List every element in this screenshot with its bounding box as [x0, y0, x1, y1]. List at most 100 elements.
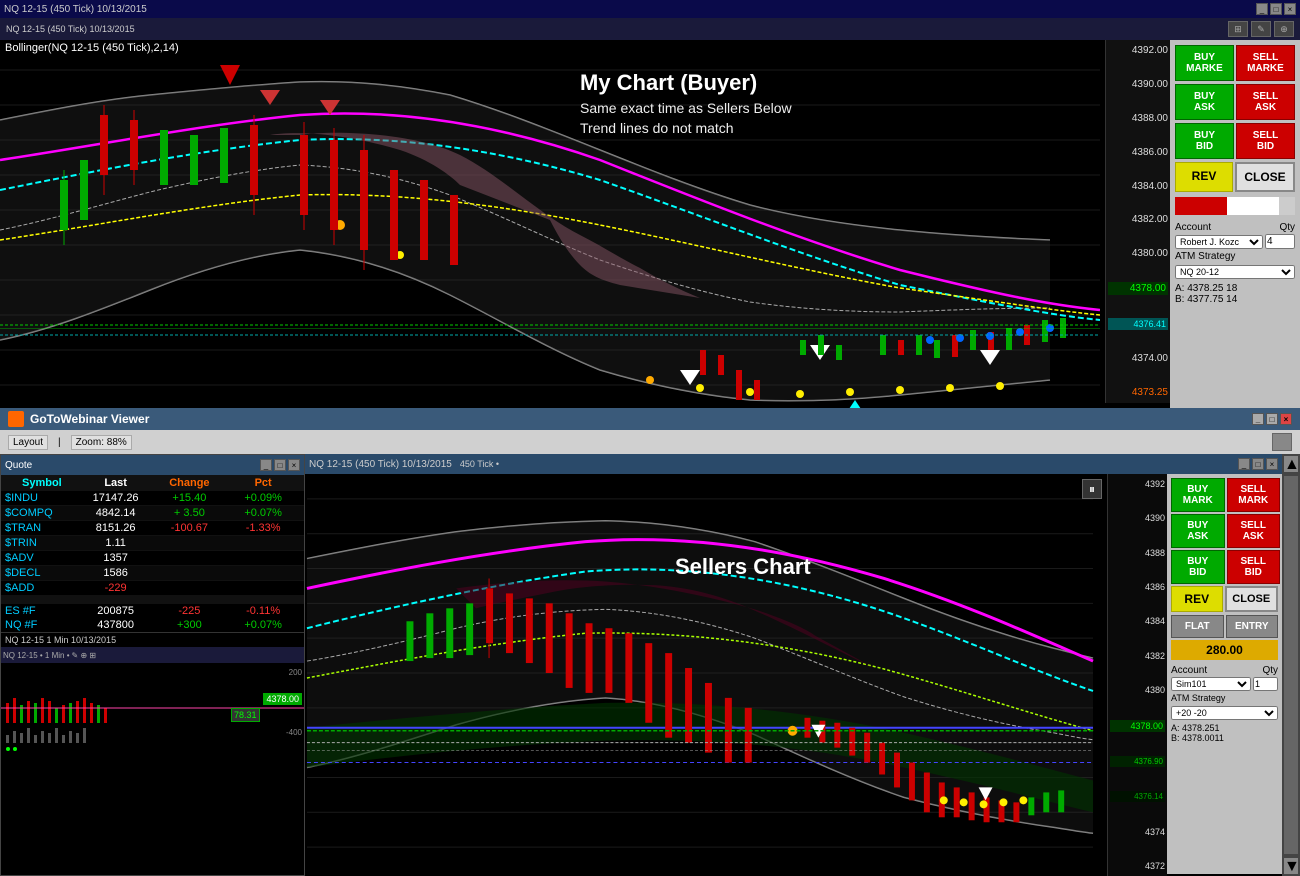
s-price-4386: 4386: [1110, 582, 1165, 592]
s-rev-btn[interactable]: REV: [1171, 586, 1223, 612]
price-4388: 4388.00: [1108, 113, 1168, 124]
seller-vertical-scrollbar[interactable]: ▲ ▼: [1282, 454, 1300, 876]
seller-close[interactable]: ×: [1266, 458, 1278, 470]
scroll-up-btn[interactable]: ▲: [1284, 456, 1298, 472]
s-price-4380: 4380: [1110, 685, 1165, 695]
s-flat-btn[interactable]: FLAT: [1171, 615, 1224, 638]
s-account-label: Account: [1171, 665, 1207, 676]
seller-right-panel: BUY MARK SELL MARK BUY ASK SELL ASK BUY …: [1167, 474, 1282, 874]
goto-close[interactable]: ×: [1280, 413, 1292, 425]
s-sell-market-btn[interactable]: SELL MARK: [1227, 478, 1281, 512]
goto-minimize[interactable]: _: [1252, 413, 1264, 425]
s-buy-ask-btn[interactable]: BUY ASK: [1171, 514, 1225, 548]
s-atm-select[interactable]: +20 -20: [1171, 706, 1278, 720]
mini-chart-title: NQ 12-15 1 Min 10/13/2015: [1, 633, 304, 647]
top-right-panel: BUY MARKE SELL MARKE BUY ASK SELL ASK BU…: [1170, 40, 1300, 425]
quote-maximize[interactable]: □: [274, 459, 286, 471]
quote-row-nq: NQ #F 437800 +300 +0.07%: [1, 618, 304, 632]
seller-maximize[interactable]: □: [1252, 458, 1264, 470]
s-price-4372: 4372: [1110, 861, 1165, 871]
goto-titlebar: GoToWebinar Viewer _ □ ×: [0, 408, 1300, 430]
col-pct: Pct: [226, 477, 300, 489]
quote-row-decl: $DECL 1586: [1, 566, 304, 581]
chart-annotation-area: My Chart (Buyer) Same exact time as Sell…: [580, 70, 792, 136]
buy-market-btn[interactable]: BUY MARKE: [1175, 45, 1234, 81]
qty-label-top: Qty: [1279, 222, 1295, 233]
goto-title-text: GoToWebinar Viewer: [30, 412, 149, 426]
buy-ask-btn[interactable]: BUY ASK: [1175, 84, 1234, 120]
maximize-btn[interactable]: □: [1270, 3, 1282, 15]
s-buy-bid-btn[interactable]: BUY BID: [1171, 550, 1225, 584]
zoom-btn[interactable]: Zoom: 88%: [71, 435, 132, 450]
pause-btn[interactable]: ⏸: [1082, 479, 1102, 499]
quote-title-text: Quote: [5, 460, 32, 471]
b-value-top: B: 4377.75 14: [1175, 294, 1295, 305]
mini-chart: NQ 12-15 1 Min 10/13/2015 NQ 12-15 • 1 M…: [1, 632, 304, 762]
s-qty-input[interactable]: [1253, 677, 1278, 691]
scale-200: 200: [289, 668, 302, 677]
scroll-down-btn[interactable]: ▼: [1284, 858, 1298, 874]
minimize-btn[interactable]: _: [1256, 3, 1268, 15]
atm-select-top[interactable]: NQ 20-12: [1175, 265, 1295, 279]
col-symbol: Symbol: [5, 477, 79, 489]
s-a-value: A: 4378.251: [1171, 723, 1278, 733]
s-sell-bid-btn[interactable]: SELL BID: [1227, 550, 1281, 584]
quote-close[interactable]: ×: [288, 459, 300, 471]
price-4386: 4386.00: [1108, 147, 1168, 158]
mini-ticker: NQ 12-15 • 1 Min •: [3, 651, 70, 660]
s-account-select[interactable]: Sim101: [1171, 677, 1251, 691]
close-btn-top[interactable]: ×: [1284, 3, 1296, 15]
seller-titlebar: NQ 12-15 (450 Tick) 10/13/2015 450 Tick …: [305, 454, 1282, 474]
price-4384: 4384.00: [1108, 181, 1168, 192]
price-4392: 4392.00: [1108, 45, 1168, 56]
s-buy-market-btn[interactable]: BUY MARK: [1171, 478, 1225, 512]
rev-btn-top[interactable]: REV: [1175, 162, 1233, 192]
price-4382: 4382.00: [1108, 214, 1168, 225]
scroll-thumb[interactable]: [1284, 476, 1298, 854]
seller-minimize[interactable]: _: [1238, 458, 1250, 470]
qty-input-top[interactable]: [1265, 234, 1295, 249]
sell-market-btn[interactable]: SELL MARKE: [1236, 45, 1295, 81]
quote-row-es: ES #F 200875 -225 -0.11%: [1, 604, 304, 618]
price-4390: 4390.00: [1108, 79, 1168, 90]
account-select-top[interactable]: Robert J. Kozc: [1175, 235, 1263, 249]
chart-title: My Chart (Buyer): [580, 70, 792, 96]
current-price-green: 4378.00: [1108, 282, 1168, 295]
top-titlebar: NQ 12-15 (450 Tick) 10/13/2015 _ □ ×: [0, 0, 1300, 18]
signal-dot-2: [13, 747, 17, 751]
toolbar-icon-1[interactable]: ⊞: [1228, 21, 1248, 37]
s-entry-btn[interactable]: ENTRY: [1226, 615, 1279, 638]
bollinger-label: Bollinger(NQ 12-15 (450 Tick),2,14): [5, 42, 179, 54]
s-close-btn[interactable]: CLOSE: [1225, 586, 1279, 612]
s-atm-label: ATM Strategy: [1171, 693, 1278, 703]
toolbar-icon-2[interactable]: ✎: [1251, 21, 1271, 37]
account-label-top: Account: [1175, 222, 1211, 233]
quote-panel: Quote _ □ × Symbol Last Change Pct $INDU…: [0, 454, 305, 876]
layout-btn[interactable]: Layout: [8, 435, 48, 450]
col-change: Change: [153, 477, 227, 489]
goto-settings-icon[interactable]: [1272, 433, 1292, 451]
toolbar-icon-3[interactable]: ⊕: [1274, 21, 1294, 37]
s-price-4392: 4392: [1110, 479, 1165, 489]
sell-ask-btn[interactable]: SELL ASK: [1236, 84, 1295, 120]
seller-chart-svg: [305, 474, 1095, 874]
sell-bid-btn[interactable]: SELL BID: [1236, 123, 1295, 159]
s-price-4382: 4382: [1110, 651, 1165, 661]
s-b-value: B: 4378.0011: [1171, 733, 1278, 743]
s-price-current2: 4376.90: [1110, 756, 1165, 767]
atm-label-top: ATM Strategy: [1175, 251, 1295, 262]
s-flat-price: 280.00: [1171, 640, 1278, 660]
buy-bid-btn[interactable]: BUY BID: [1175, 123, 1234, 159]
quote-minimize[interactable]: _: [260, 459, 272, 471]
top-title-text: NQ 12-15 (450 Tick) 10/13/2015: [4, 4, 147, 15]
zoom-display: |: [58, 437, 61, 448]
seller-title-text: NQ 12-15 (450 Tick) 10/13/2015: [309, 459, 452, 470]
a-value-top: A: 4378.25 18: [1175, 283, 1295, 294]
goto-maximize[interactable]: □: [1266, 413, 1278, 425]
s-sell-ask-btn[interactable]: SELL ASK: [1227, 514, 1281, 548]
mini-price-tag: 78.31: [231, 708, 260, 722]
s-price-4374: 4374: [1110, 827, 1165, 837]
signal-dot-1: [6, 747, 10, 751]
scale-neg400: -400: [286, 728, 302, 737]
close-btn-top2[interactable]: CLOSE: [1235, 162, 1295, 192]
